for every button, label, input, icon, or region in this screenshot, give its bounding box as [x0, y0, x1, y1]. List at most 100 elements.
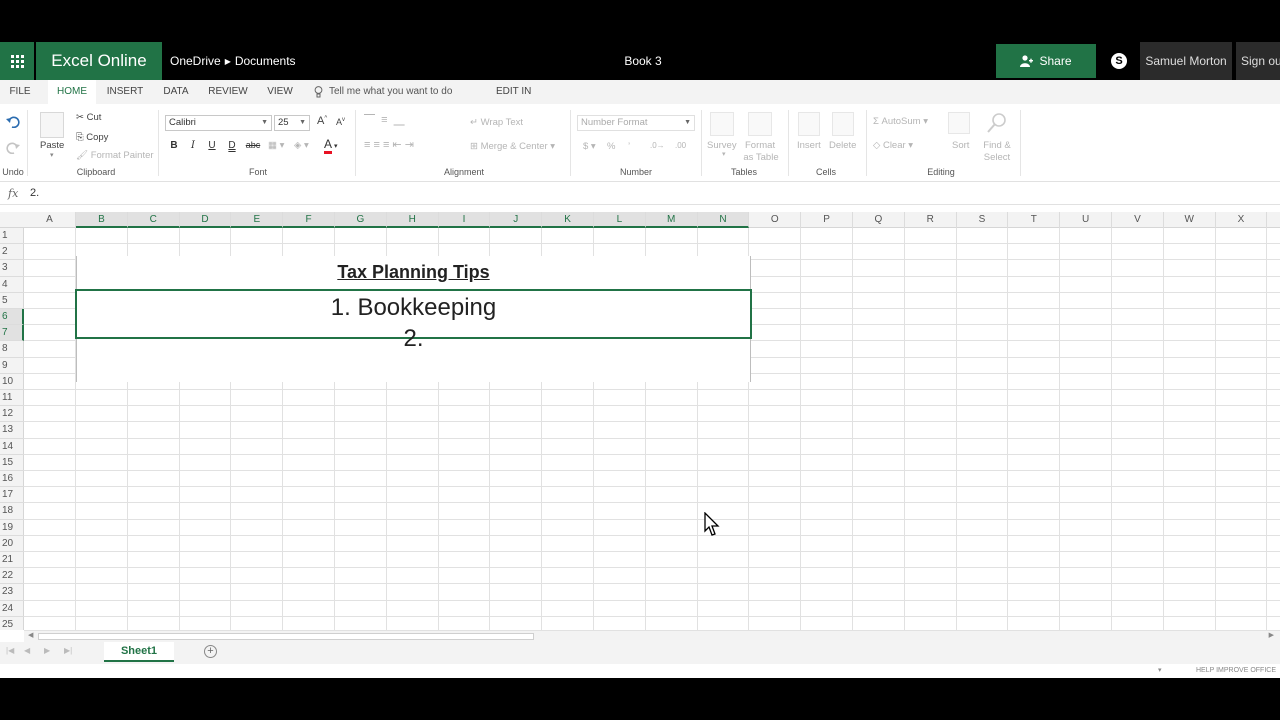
row-header-11[interactable]: 11 [0, 390, 24, 407]
row-header-19[interactable]: 19 [0, 520, 24, 536]
row-header-21[interactable]: 21 [0, 552, 24, 569]
font-size-select[interactable]: 25 ▼ [274, 115, 310, 131]
column-header-i[interactable]: I [438, 212, 491, 228]
survey-dropdown-icon[interactable]: ▾ [722, 150, 726, 158]
scroll-left-icon[interactable]: ◀ [28, 631, 33, 639]
column-header-p[interactable]: P [801, 212, 853, 228]
underline-button[interactable]: U [205, 140, 219, 151]
sheet-tab-sheet1[interactable]: Sheet1 [104, 642, 174, 662]
tab-review[interactable]: REVIEW [204, 80, 252, 104]
insert-button[interactable]: Insert [797, 140, 821, 151]
column-header-k[interactable]: K [542, 212, 594, 228]
row-header-9[interactable]: 9 [0, 358, 24, 374]
column-header-r[interactable]: R [905, 212, 957, 228]
breadcrumb-documents[interactable]: Documents [235, 54, 296, 68]
column-header-w[interactable]: W [1164, 212, 1216, 228]
percent-button[interactable]: % [607, 141, 615, 152]
edit-in-excel-button[interactable]: EDIT IN EXCEL [496, 80, 560, 121]
tell-me-box[interactable]: Tell me what you want to do [314, 80, 452, 104]
decrease-decimal-icon[interactable]: .00 [675, 141, 686, 150]
breadcrumb-onedrive[interactable]: OneDrive [170, 54, 221, 68]
column-header-a[interactable]: A [24, 212, 76, 228]
column-header-j[interactable]: J [490, 212, 543, 228]
scroll-right-icon[interactable]: ▶ [1269, 631, 1274, 639]
row-header-6[interactable]: 6 [0, 309, 24, 326]
column-header-x[interactable]: X [1216, 212, 1268, 228]
shrink-font-button[interactable]: Av [336, 117, 345, 127]
row-header-5[interactable]: 5 [0, 293, 24, 309]
add-sheet-icon[interactable]: + [204, 645, 217, 658]
survey-icon[interactable] [710, 112, 734, 136]
column-header-c[interactable]: C [127, 212, 180, 228]
column-header-f[interactable]: F [283, 212, 335, 228]
column-header-o[interactable]: O [749, 212, 802, 228]
copy-button[interactable]: ⎘ Copy [76, 132, 108, 143]
column-header-q[interactable]: Q [853, 212, 905, 228]
merge-center-button[interactable]: ⊞ Merge & Center ▾ [470, 141, 555, 152]
column-header-u[interactable]: U [1060, 212, 1112, 228]
find-label-line1[interactable]: Find & [982, 140, 1012, 151]
first-sheet-icon[interactable]: |◀ [6, 646, 14, 655]
tab-file[interactable]: FILE [6, 80, 34, 104]
share-button[interactable]: Share [996, 44, 1096, 78]
comma-button[interactable]: ’ [628, 141, 630, 152]
sort-button[interactable]: Sort [952, 140, 969, 151]
column-header-l[interactable]: L [594, 212, 646, 228]
formula-input[interactable]: 2. [30, 187, 39, 199]
redo-icon[interactable] [6, 142, 20, 154]
status-dropdown-icon[interactable]: ▾ [1158, 666, 1162, 674]
undo-icon[interactable] [6, 116, 20, 128]
grow-font-button[interactable]: A^ [317, 115, 327, 127]
row-header-12[interactable]: 12 [0, 406, 24, 423]
help-improve-office-link[interactable]: HELP IMPROVE OFFICE [1196, 667, 1276, 674]
row-header-23[interactable]: 23 [0, 584, 24, 601]
row-header-8[interactable]: 8 [0, 341, 24, 358]
cell-item-2[interactable]: 2. [76, 325, 751, 353]
tab-home[interactable]: HOME [48, 80, 96, 104]
column-header-d[interactable]: D [179, 212, 232, 228]
find-label-line2[interactable]: Select [978, 152, 1016, 163]
autosum-button[interactable]: Σ AutoSum ▾ [873, 116, 928, 127]
row-header-15[interactable]: 15 [0, 455, 24, 471]
delete-cells-icon[interactable] [832, 112, 854, 136]
app-launcher-icon[interactable] [0, 42, 34, 80]
row-header-3[interactable]: 3 [0, 260, 24, 277]
tab-view[interactable]: VIEW [262, 80, 298, 104]
format-as-table-icon[interactable] [748, 112, 772, 136]
row-header-22[interactable]: 22 [0, 568, 24, 585]
column-header-s[interactable]: S [957, 212, 1009, 228]
row-header-13[interactable]: 13 [0, 422, 24, 439]
currency-button[interactable]: $ ▾ [583, 141, 596, 152]
wrap-text-button[interactable]: ↵ Wrap Text [470, 117, 523, 128]
tab-insert[interactable]: INSERT [104, 80, 146, 104]
paste-icon[interactable] [40, 112, 64, 138]
worksheet-grid[interactable]: ABCDEFGHIJKLMNOPQRSTUVWX 1 2 3 4 5 6 7 8 9 10 11 12… [0, 212, 1280, 630]
column-header-m[interactable]: M [645, 212, 698, 228]
column-header-h[interactable]: H [386, 212, 439, 228]
strikethrough-button[interactable]: abc [244, 140, 262, 150]
last-sheet-icon[interactable]: ▶| [64, 646, 72, 655]
format-painter-button[interactable]: 🖌 Format Painter [76, 150, 154, 161]
document-title[interactable]: Book 3 [560, 42, 726, 80]
user-name[interactable]: Samuel Morton [1140, 42, 1232, 80]
row-header-1[interactable]: 1 [0, 228, 24, 245]
row-header-17[interactable]: 17 [0, 487, 24, 504]
insert-cells-icon[interactable] [798, 112, 820, 136]
format-label-line1[interactable]: Format [745, 140, 775, 151]
double-underline-button[interactable]: D [225, 140, 239, 151]
row-header-20[interactable]: 20 [0, 536, 24, 552]
row-header-2[interactable]: 2 [0, 244, 24, 261]
row-header-24[interactable]: 24 [0, 601, 24, 617]
bold-button[interactable]: B [167, 140, 181, 151]
sort-icon[interactable] [948, 112, 970, 134]
vertical-align-icons[interactable]: ⎺ ≡ ⎽ [364, 114, 405, 127]
cut-button[interactable]: ✂ Cut [76, 112, 101, 123]
italic-button[interactable]: I [186, 140, 200, 151]
horizontal-scrollbar[interactable]: ◀ ▶ [24, 630, 1280, 642]
next-sheet-icon[interactable]: ▶ [44, 646, 50, 655]
number-format-select[interactable]: Number Format ▼ [577, 115, 695, 131]
row-header-16[interactable]: 16 [0, 471, 24, 488]
horizontal-align-icons[interactable]: ≡ ≡ ≡ ⇤ ⇥ [364, 138, 414, 151]
tab-data[interactable]: DATA [156, 80, 196, 104]
font-name-select[interactable]: Calibri ▼ [165, 115, 272, 131]
